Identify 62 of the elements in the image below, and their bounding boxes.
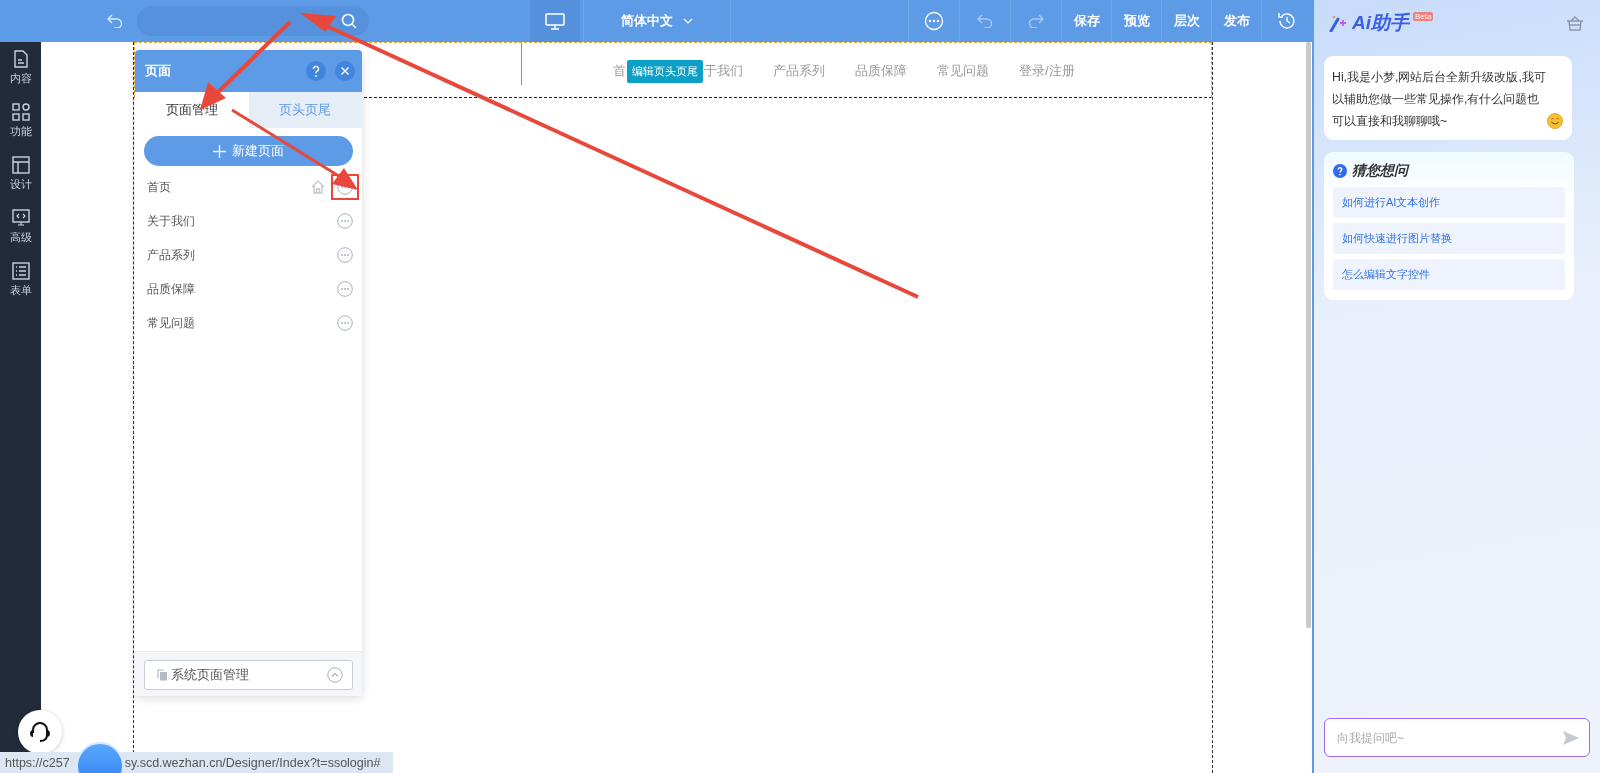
chat-input[interactable]: 向我提问吧~ [1324, 718, 1590, 757]
suggestions-title: 猜您想问 [1352, 162, 1408, 180]
search-icon[interactable] [341, 13, 357, 29]
nav-link[interactable]: 常见问题 [937, 62, 989, 80]
page-item[interactable]: 品质保障 [147, 280, 331, 298]
chevron-down-icon [683, 18, 693, 24]
history-icon [1277, 11, 1297, 31]
send-icon[interactable] [1563, 730, 1579, 745]
layout-icon [11, 156, 30, 174]
basket-icon[interactable] [1566, 15, 1584, 31]
copy-icon [157, 669, 168, 681]
help-icon[interactable] [306, 61, 326, 81]
smiley-icon [1547, 113, 1563, 129]
document-icon [12, 50, 29, 68]
list-icon [11, 262, 30, 280]
desktop-view-button[interactable] [530, 0, 580, 42]
code-monitor-icon [11, 209, 30, 227]
search-field[interactable] [137, 6, 369, 36]
new-page-button[interactable]: 新建页面 [144, 136, 353, 166]
status-url: https://c257 [5, 755, 70, 770]
more-icon[interactable] [337, 315, 353, 331]
panel-tab[interactable]: 页头页尾 [248, 92, 362, 128]
undo-icon [977, 14, 993, 28]
panel-title: 页面 [145, 62, 172, 80]
page-item[interactable]: 产品系列 [147, 246, 331, 264]
nav-link[interactable]: 产品系列 [773, 62, 825, 80]
sidebar-item[interactable]: 功能 [9, 103, 32, 139]
nav-link[interactable]: 于我们 [704, 62, 743, 80]
edit-header-button[interactable]: 编辑页头页尾 [627, 59, 703, 83]
grid-icon [11, 103, 30, 121]
beta-badge: Beta [1413, 11, 1434, 21]
monitor-icon [545, 12, 565, 30]
sidebar-item[interactable]: 设计 [9, 156, 32, 192]
sidebar-item[interactable]: 表单 [9, 262, 32, 298]
page-item[interactable]: 首页 [147, 178, 305, 196]
magic-wand-icon [1328, 14, 1348, 32]
plus-icon [213, 144, 226, 158]
chevron-up-icon [327, 667, 343, 683]
close-icon[interactable] [335, 61, 355, 81]
status-url: sy.scd.wezhan.cn/Designer/Index?t=ssologin# [124, 755, 381, 770]
redo-icon [1028, 14, 1044, 28]
greeting-message: Hi,我是小梦,网站后台全新升级改版,我可以辅助您做一些常见操作,有什么问题也可以直接和我聊聊哦~ [1332, 69, 1546, 130]
help-icon [1333, 164, 1347, 178]
sidebar-item[interactable]: 内容 [9, 50, 32, 86]
scrollbar[interactable] [1306, 42, 1311, 628]
suggested-question[interactable]: 如何进行AI文本创作 [1333, 187, 1565, 218]
sidebar-item[interactable]: 高级 [9, 209, 32, 245]
headset-icon [29, 720, 51, 744]
more-icon[interactable] [337, 281, 353, 297]
assistant-title: Ai助手 [1352, 11, 1409, 35]
system-pages-button[interactable]: 系统页面管理 [144, 660, 353, 690]
more-icon[interactable] [337, 247, 353, 263]
more-icon [924, 11, 944, 31]
more-icon[interactable] [337, 213, 353, 229]
undo-icon[interactable] [107, 14, 123, 28]
nav-link[interactable]: 登录/注册 [1019, 62, 1075, 80]
nav-link[interactable]: 首 [613, 62, 626, 80]
suggested-question[interactable]: 怎么编辑文字控件 [1333, 259, 1565, 290]
nav-link[interactable]: 品质保障 [855, 62, 907, 80]
page-item[interactable]: 关于我们 [147, 212, 331, 230]
suggested-question[interactable]: 如何快速进行图片替换 [1333, 223, 1565, 254]
page-item[interactable]: 常见问题 [147, 314, 331, 332]
